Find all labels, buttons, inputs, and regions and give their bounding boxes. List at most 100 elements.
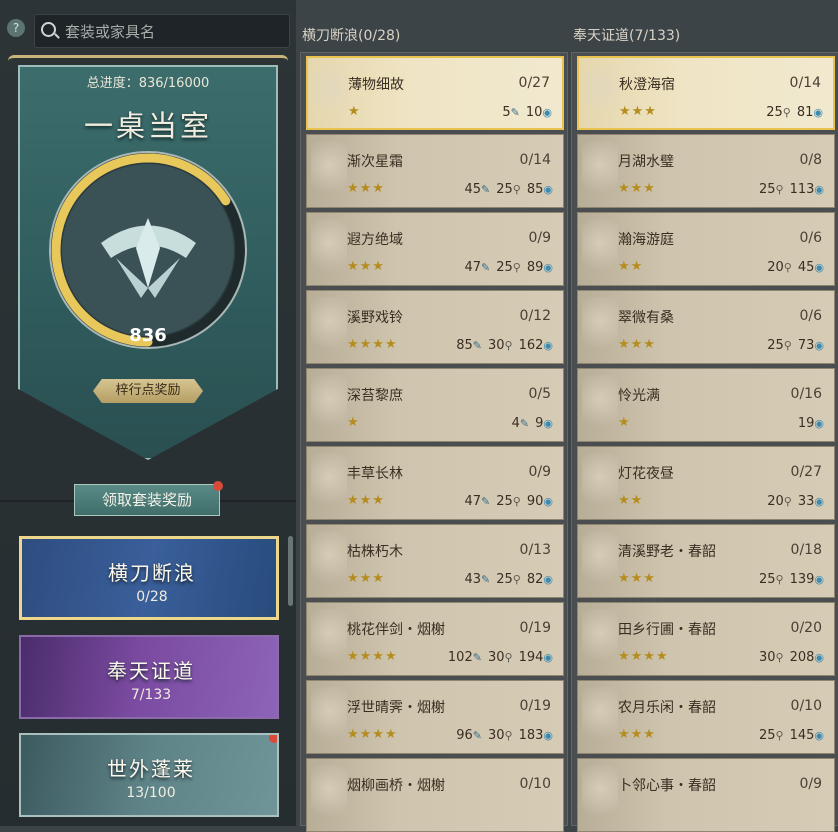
category-count: 13/100 bbox=[126, 785, 176, 801]
tool-value: 47 bbox=[464, 494, 482, 509]
set-row[interactable]: 丰草长林 0/9 ★★★ 47✎ 25⚲ 90◉ bbox=[306, 446, 564, 520]
set-row[interactable]: 浮世晴霁・烟榭 0/19 ★★★★ 96✎ 30⚲ 183◉ bbox=[306, 680, 564, 754]
set-name: 灯花夜昼 bbox=[618, 466, 674, 482]
set-thumbnail bbox=[311, 297, 347, 357]
feather-value: 19 bbox=[797, 416, 815, 431]
shirt-icon: ⚲ bbox=[783, 261, 792, 274]
set-row[interactable]: 遐方绝域 0/9 ★★★ 47✎ 25⚲ 89◉ bbox=[306, 212, 564, 286]
set-row[interactable]: 烟柳画桥・烟榭 0/10 bbox=[306, 758, 564, 832]
feather-icon: ◉ bbox=[814, 261, 824, 274]
shirt-value: 25 bbox=[758, 728, 776, 743]
set-count: 0/9 bbox=[799, 776, 822, 792]
set-count: 0/6 bbox=[799, 230, 822, 246]
star-rating: ★★ bbox=[618, 493, 644, 508]
feather-icon: ◉ bbox=[813, 106, 823, 119]
set-name: 秋澄海宿 bbox=[619, 77, 675, 93]
set-name: 怜光满 bbox=[618, 388, 660, 404]
feather-value: 145 bbox=[789, 728, 815, 743]
tool-value: 47 bbox=[464, 260, 482, 275]
feather-icon: ◉ bbox=[814, 729, 824, 742]
set-row[interactable]: 灯花夜昼 0/27 ★★ 20⚲ 33◉ bbox=[577, 446, 835, 520]
set-row[interactable]: 秋澄海宿 0/14 ★★★ 25⚲ 81◉ bbox=[577, 56, 835, 130]
star-rating: ★★★ bbox=[618, 337, 656, 352]
shirt-icon: ⚲ bbox=[782, 106, 791, 119]
set-values: 47✎ 25⚲ 90◉ bbox=[462, 494, 557, 509]
shirt-value: 25 bbox=[496, 572, 513, 587]
feather-icon: ◉ bbox=[543, 495, 553, 508]
shirt-icon: ⚲ bbox=[512, 183, 521, 196]
set-row[interactable]: 薄物细故 0/27 ★ 5✎ 10◉ bbox=[306, 56, 564, 130]
set-row[interactable]: 卜邻心事・春韶 0/9 bbox=[577, 758, 835, 832]
star-rating: ★ bbox=[347, 415, 360, 430]
category-scrollbar[interactable] bbox=[288, 536, 293, 606]
tool-value: 43 bbox=[464, 572, 482, 587]
set-count: 0/20 bbox=[790, 620, 822, 636]
set-row[interactable]: 枯株朽木 0/13 ★★★ 43✎ 25⚲ 82◉ bbox=[306, 524, 564, 598]
set-name: 农月乐闲・春韶 bbox=[618, 700, 716, 716]
shirt-value: 20 bbox=[767, 494, 784, 509]
shirt-icon: ⚲ bbox=[783, 339, 792, 352]
set-name: 瀚海游庭 bbox=[618, 232, 674, 248]
feather-icon: ◉ bbox=[543, 573, 553, 586]
tool-icon: ✎ bbox=[519, 417, 530, 430]
category-card-fengtian[interactable]: 奉天证道 7/133 bbox=[19, 635, 279, 719]
set-thumbnail bbox=[311, 687, 347, 747]
feather-value: 162 bbox=[518, 338, 544, 353]
star-rating: ★★★ bbox=[619, 104, 657, 119]
star-rating: ★ bbox=[348, 104, 361, 119]
shirt-value: 25 bbox=[496, 182, 513, 197]
question-icon[interactable]: ? bbox=[7, 19, 25, 37]
set-thumbnail bbox=[582, 609, 618, 669]
shirt-value: 25 bbox=[496, 260, 513, 275]
set-count: 0/13 bbox=[519, 542, 551, 558]
set-count: 0/8 bbox=[799, 152, 822, 168]
search-input[interactable] bbox=[65, 20, 285, 44]
set-row[interactable]: 桃花伴剑・烟榭 0/19 ★★★★ 102✎ 30⚲ 194◉ bbox=[306, 602, 564, 676]
category-card-hengdao[interactable]: 横刀断浪 0/28 bbox=[19, 536, 279, 620]
set-row[interactable]: 清溪野老・春韶 0/18 ★★★ 25⚲ 139◉ bbox=[577, 524, 835, 598]
tool-icon: ✎ bbox=[472, 339, 482, 352]
set-row[interactable]: 怜光满 0/16 ★ 19◉ bbox=[577, 368, 835, 442]
set-values: 25⚲ 139◉ bbox=[757, 572, 828, 587]
shirt-icon: ⚲ bbox=[783, 495, 792, 508]
set-count: 0/10 bbox=[790, 698, 822, 714]
set-thumbnail bbox=[582, 531, 618, 591]
feather-value: 194 bbox=[518, 650, 544, 665]
shirt-value: 30 bbox=[487, 338, 505, 353]
shirt-value: 25 bbox=[758, 572, 776, 587]
shirt-value: 25 bbox=[496, 494, 513, 509]
set-row[interactable]: 瀚海游庭 0/6 ★★ 20⚲ 45◉ bbox=[577, 212, 835, 286]
feather-icon: ◉ bbox=[542, 106, 552, 119]
feather-value: 90 bbox=[526, 494, 544, 509]
set-row[interactable]: 翠微有桑 0/6 ★★★ 25⚲ 73◉ bbox=[577, 290, 835, 364]
category-card-shiwai[interactable]: 世外蓬莱 13/100 bbox=[19, 733, 279, 817]
set-thumbnail bbox=[311, 453, 347, 513]
shirt-icon: ⚲ bbox=[512, 495, 521, 508]
tool-icon: ✎ bbox=[481, 573, 491, 586]
feather-icon: ◉ bbox=[543, 183, 553, 196]
tool-icon: ✎ bbox=[472, 651, 482, 664]
tool-icon: ✎ bbox=[481, 495, 491, 508]
claim-button-label: 领取套装奖励 bbox=[101, 491, 192, 509]
set-thumbnail bbox=[311, 609, 347, 669]
tool-value: 102 bbox=[447, 650, 473, 665]
set-row[interactable]: 农月乐闲・春韶 0/10 ★★★ 25⚲ 145◉ bbox=[577, 680, 835, 754]
set-values: 19◉ bbox=[796, 416, 828, 431]
feather-icon: ◉ bbox=[814, 573, 824, 586]
category-count: 0/28 bbox=[136, 589, 168, 605]
set-row[interactable]: 深苔黎庶 0/5 ★ 4✎ 9◉ bbox=[306, 368, 564, 442]
set-row[interactable]: 田乡行圃・春韶 0/20 ★★★★ 30⚲ 208◉ bbox=[577, 602, 835, 676]
claim-set-reward-button[interactable]: 领取套装奖励 bbox=[74, 481, 223, 516]
set-thumbnail bbox=[311, 141, 347, 201]
set-row[interactable]: 月湖水璧 0/8 ★★★ 25⚲ 113◉ bbox=[577, 134, 835, 208]
set-row[interactable]: 溪野戏铃 0/12 ★★★★ 85✎ 30⚲ 162◉ bbox=[306, 290, 564, 364]
search-box[interactable] bbox=[34, 14, 290, 48]
set-row[interactable]: 渐次星霜 0/14 ★★★ 45✎ 25⚲ 85◉ bbox=[306, 134, 564, 208]
feather-value: 73 bbox=[797, 338, 815, 353]
feather-value: 81 bbox=[796, 105, 814, 120]
shirt-icon: ⚲ bbox=[775, 573, 784, 586]
set-values: 25⚲ 113◉ bbox=[757, 182, 828, 197]
set-count: 0/27 bbox=[518, 75, 550, 91]
reward-points-button[interactable]: 梓行点奖励 bbox=[93, 379, 203, 403]
feather-icon: ◉ bbox=[543, 417, 553, 430]
